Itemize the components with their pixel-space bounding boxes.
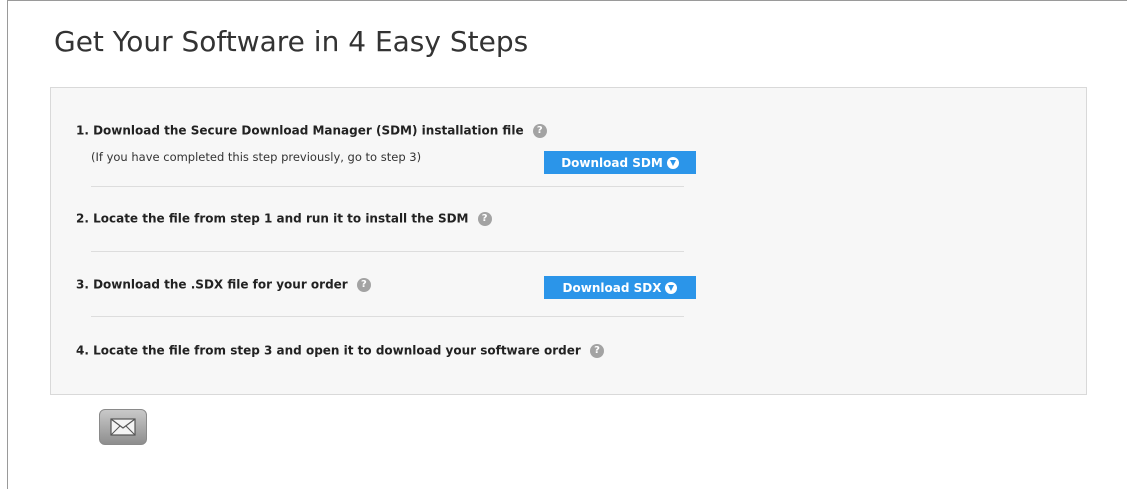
envelope-icon — [110, 418, 136, 436]
page-title: Get Your Software in 4 Easy Steps — [54, 25, 529, 58]
divider — [91, 186, 684, 187]
step-4-text: 4. Locate the file from step 3 and open … — [76, 343, 581, 358]
step-1: 1. Download the Secure Download Manager … — [76, 123, 547, 138]
steps-panel: 1. Download the Secure Download Manager … — [50, 87, 1087, 395]
download-sdm-button[interactable]: Download SDM — [544, 151, 696, 174]
download-arrow-icon — [665, 281, 678, 294]
question-circle-icon[interactable]: ? — [532, 123, 547, 138]
question-circle-icon[interactable]: ? — [356, 277, 371, 292]
step-2: 2. Locate the file from step 1 and run i… — [76, 211, 492, 226]
step-1-note: (If you have completed this step previou… — [91, 150, 422, 164]
divider — [91, 251, 684, 252]
step-1-text: 1. Download the Secure Download Manager … — [76, 123, 524, 138]
question-circle-icon[interactable]: ? — [589, 343, 604, 358]
download-sdx-label: Download SDX — [562, 280, 662, 295]
download-sdm-label: Download SDM — [561, 155, 663, 170]
step-3-text: 3. Download the .SDX file for your order — [76, 277, 348, 292]
step-2-text: 2. Locate the file from step 1 and run i… — [76, 211, 469, 226]
download-sdx-button[interactable]: Download SDX — [544, 276, 696, 299]
download-arrow-icon — [666, 156, 679, 169]
divider — [91, 316, 684, 317]
question-circle-icon[interactable]: ? — [477, 211, 492, 226]
step-3: 3. Download the .SDX file for your order… — [76, 277, 371, 292]
step-4: 4. Locate the file from step 3 and open … — [76, 343, 604, 358]
email-button[interactable] — [99, 409, 147, 445]
